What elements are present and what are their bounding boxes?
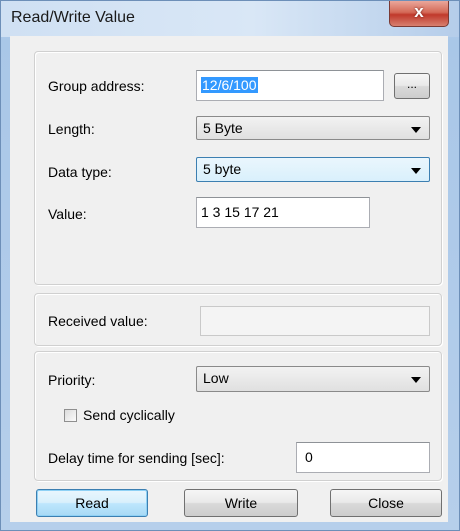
chevron-down-icon: [411, 168, 421, 174]
received-value-label: Received value:: [48, 313, 148, 329]
browse-group-address-button[interactable]: ...: [394, 73, 430, 99]
write-button[interactable]: Write: [184, 489, 298, 517]
window-title: Read/Write Value: [11, 9, 135, 26]
read-button[interactable]: Read: [36, 489, 148, 517]
data-type-label: Data type:: [48, 164, 112, 180]
length-selected-value: 5 Byte: [203, 120, 243, 136]
length-label: Length:: [48, 121, 95, 137]
close-window-button[interactable]: x: [389, 1, 449, 27]
length-dropdown[interactable]: 5 Byte: [196, 116, 430, 140]
priority-label: Priority:: [48, 372, 96, 388]
data-type-selected-value: 5 byte: [203, 161, 242, 177]
sending-options-group: Priority: Low Send cyclically Delay time…: [34, 351, 442, 481]
delay-time-label: Delay time for sending [sec]:: [48, 450, 225, 466]
delay-time-input[interactable]: 0: [296, 442, 430, 473]
close-button[interactable]: Close: [330, 489, 442, 517]
target-settings-group: Group address: 12/6/100 ... Length: 5 By…: [34, 51, 442, 285]
group-address-input[interactable]: 12/6/100: [196, 70, 384, 101]
send-cyclically-label[interactable]: Send cyclically: [83, 407, 175, 423]
chevron-down-icon: [411, 377, 421, 383]
priority-dropdown[interactable]: Low: [196, 366, 430, 392]
title-bar[interactable]: Read/Write Value x: [1, 1, 459, 37]
chevron-down-icon: [411, 127, 421, 133]
close-icon: x: [414, 2, 424, 21]
ellipsis-icon: ...: [406, 77, 417, 91]
priority-selected-value: Low: [203, 370, 229, 386]
received-value-field: [200, 306, 430, 336]
value-input[interactable]: 1 3 15 17 21: [196, 197, 370, 228]
group-address-value: 12/6/100: [201, 77, 258, 93]
group-address-label: Group address:: [48, 78, 145, 94]
send-cyclically-checkbox[interactable]: [64, 409, 77, 422]
value-label: Value:: [48, 206, 87, 222]
data-type-dropdown[interactable]: 5 byte: [196, 157, 430, 182]
received-value-group: Received value:: [34, 293, 442, 346]
